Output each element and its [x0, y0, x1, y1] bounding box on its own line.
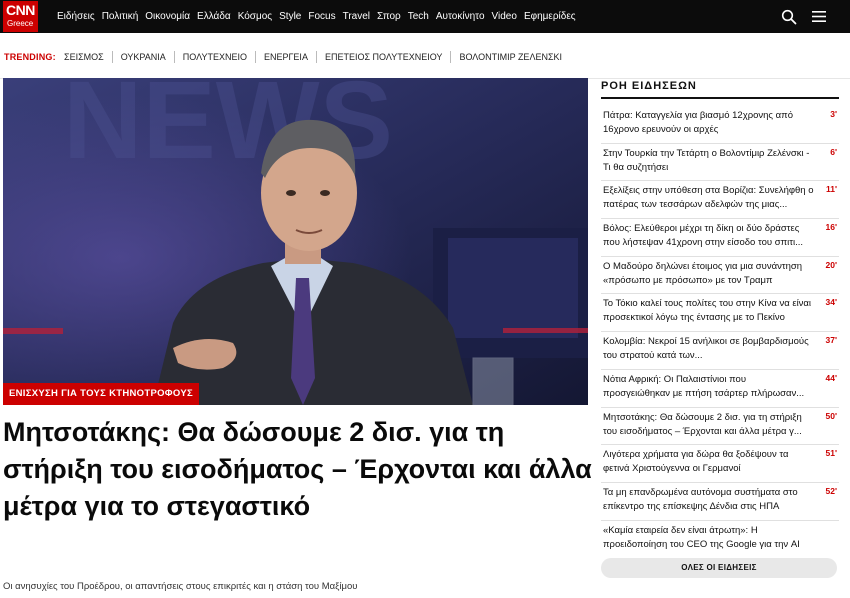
nav-link-tech[interactable]: Tech [408, 11, 429, 22]
list-item[interactable]: Μητσοτάκης: Θα δώσουμε 2 δισ. για τη στή… [601, 408, 839, 446]
search-icon[interactable] [781, 9, 797, 25]
logo-subtext: Greece [7, 19, 34, 28]
cnn-greece-logo[interactable]: CNN Greece [3, 1, 38, 32]
all-news-button[interactable]: ΟΛΕΣ ΟΙ ΕΙΔΗΣΕΙΣ [601, 558, 837, 578]
trending-item[interactable]: ΣΕΙΣΜΟΣ [64, 52, 104, 62]
list-item[interactable]: Εξελίξεις στην υπόθεση στα Βορίζια: Συνε… [601, 181, 839, 220]
nav-link-news[interactable]: Ειδήσεις [57, 11, 95, 22]
news-item-title[interactable]: Μητσοτάκης: Θα δώσουμε 2 δισ. για τη στή… [603, 411, 815, 439]
news-item-title[interactable]: Λιγότερα χρήματα για δώρα θα ξοδέψουν τα… [603, 448, 815, 476]
list-item[interactable]: «Καμία εταιρεία δεν είναι άτρωτη»: Η προ… [601, 521, 839, 559]
trending-bar: TRENDING: ΣΕΙΣΜΟΣ ΟΥΚΡΑΝΙΑ ΠΟΛΥΤΕΧΝΕΙΟ Ε… [0, 33, 850, 79]
news-item-title[interactable]: Ο Μαδούρο δηλώνει έτοιμος για μια συνάντ… [603, 260, 815, 288]
list-item[interactable]: Νότια Αφρική: Οι Παλαιστίνιοι που προσγε… [601, 370, 839, 408]
divider [254, 51, 256, 63]
news-item-time: 6' [830, 146, 837, 157]
news-item-time: 3' [830, 109, 837, 119]
nav-link-newspapers[interactable]: Εφημερίδες [524, 11, 576, 22]
nav-link-sports[interactable]: Σπορ [377, 11, 401, 22]
nav-link-world[interactable]: Κόσμος [238, 11, 272, 22]
news-item-time: 52' [825, 485, 837, 496]
news-item-time: 16' [825, 222, 837, 233]
list-item[interactable]: Το Τόκιο καλεί τους πολίτες του στην Κίν… [601, 294, 839, 333]
main-nav: Ειδήσεις Πολιτική Οικονομία Ελλάδα Κόσμο… [57, 0, 583, 33]
list-item[interactable]: Πάτρα: Καταγγελία για βιασμό 12χρονης απ… [601, 106, 839, 144]
news-item-title[interactable]: Στην Τουρκία την Τετάρτη ο Βολοντίμιρ Ζε… [603, 147, 815, 175]
trending-item[interactable]: ΟΥΚΡΑΝΙΑ [121, 52, 166, 62]
news-item-title[interactable]: Κολομβία: Νεκροί 15 ανήλικοι σε βομβαρδι… [603, 335, 815, 363]
list-item[interactable]: Λιγότερα χρήματα για δώρα θα ξοδέψουν τα… [601, 445, 839, 483]
news-item-title[interactable]: Νότια Αφρική: Οι Παλαιστίνιοι που προσγε… [603, 373, 815, 401]
divider [450, 51, 452, 63]
list-item[interactable]: Στην Τουρκία την Τετάρτη ο Βολοντίμιρ Ζε… [601, 144, 839, 182]
news-item-time: 34' [825, 297, 837, 308]
trending-list: ΣΕΙΣΜΟΣ ΟΥΚΡΑΝΙΑ ΠΟΛΥΤΕΧΝΕΙΟ ΕΝΕΡΓΕΙΑ ΕΠ… [64, 51, 562, 63]
menu-icon[interactable] [812, 10, 826, 23]
news-item-time: 11' [825, 184, 837, 195]
nav-link-video[interactable]: Video [492, 11, 517, 22]
nav-link-politics[interactable]: Πολιτική [102, 11, 139, 22]
divider [315, 51, 317, 63]
trending-item[interactable]: ΠΟΛΥΤΕΧΝΕΙΟ [183, 52, 247, 62]
news-feed: ΡΟΗ ΕΙΔΗΣΕΩΝ Πάτρα: Καταγγελία για βιασμ… [601, 78, 839, 550]
divider [173, 51, 175, 63]
top-nav: CNN Greece Ειδήσεις Πολιτική Οικονομία Ε… [0, 0, 850, 33]
nav-link-style[interactable]: Style [279, 11, 301, 22]
headline-subtitle: Οι ανησυχίες του Προέδρου, οι απαντήσεις… [3, 581, 358, 592]
list-item[interactable]: Ο Μαδούρο δηλώνει έτοιμος για μια συνάντ… [601, 257, 839, 295]
news-item-time: 20' [825, 259, 837, 270]
news-item-time: 51' [825, 448, 837, 459]
news-feed-list: Πάτρα: Καταγγελία για βιασμό 12χρονης απ… [601, 106, 839, 558]
news-item-title[interactable]: Βόλος: Ελεύθεροι μέχρι τη δίκη οι δύο δρ… [603, 222, 815, 250]
nav-link-travel[interactable]: Travel [343, 11, 370, 22]
news-item-time: 37' [825, 335, 837, 346]
list-item[interactable]: Τα μη επανδρωμένα αυτόνομα συστήματα στο… [601, 483, 839, 521]
news-item-title[interactable]: Εξελίξεις στην υπόθεση στα Βορίζια: Συνε… [603, 184, 815, 212]
trending-item[interactable]: ΕΝΕΡΓΕΙΑ [264, 52, 308, 62]
list-item[interactable]: Κολομβία: Νεκροί 15 ανήλικοι σε βομβαρδι… [601, 332, 839, 370]
story-category-tag[interactable]: ΕΝΙΣΧΥΣΗ ΓΙΑ ΤΟΥΣ ΚΤΗΝΟΤΡΟΦΟΥΣ [3, 383, 199, 405]
news-item-time: 44' [825, 372, 837, 383]
nav-link-focus[interactable]: Focus [308, 11, 335, 22]
news-item-title[interactable]: «Καμία εταιρεία δεν είναι άτρωτη»: Η προ… [603, 524, 815, 552]
trending-item[interactable]: ΕΠΕΤΕΙΟΣ ΠΟΛΥΤΕΧΝΕΙΟΥ [325, 52, 442, 62]
news-item-time: 50' [825, 410, 837, 421]
news-item-title[interactable]: Πάτρα: Καταγγελία για βιασμό 12χρονης απ… [603, 109, 815, 137]
divider [601, 97, 839, 99]
nav-link-economy[interactable]: Οικονομία [145, 11, 190, 22]
logo-text: CNN [6, 2, 35, 18]
hero-image[interactable]: NEWS [3, 78, 588, 405]
divider [111, 51, 113, 63]
nav-link-auto[interactable]: Αυτοκίνητο [436, 11, 485, 22]
news-item-title[interactable]: Τα μη επανδρωμένα αυτόνομα συστήματα στο… [603, 486, 815, 514]
list-item[interactable]: Βόλος: Ελεύθεροι μέχρι τη δίκη οι δύο δρ… [601, 219, 839, 257]
trending-label: TRENDING: [4, 52, 56, 62]
nav-link-greece[interactable]: Ελλάδα [197, 11, 231, 22]
trending-item[interactable]: ΒΟΛΟΝΤΙΜΙΡ ΖΕΛΕΝΣΚΙ [459, 52, 562, 62]
news-item-title[interactable]: Το Τόκιο καλεί τους πολίτες του στην Κίν… [603, 297, 815, 325]
news-feed-title: ΡΟΗ ΕΙΔΗΣΕΩΝ [601, 80, 697, 92]
main-headline[interactable]: Μητσοτάκης: Θα δώσουμε 2 δισ. για τη στή… [3, 414, 593, 525]
